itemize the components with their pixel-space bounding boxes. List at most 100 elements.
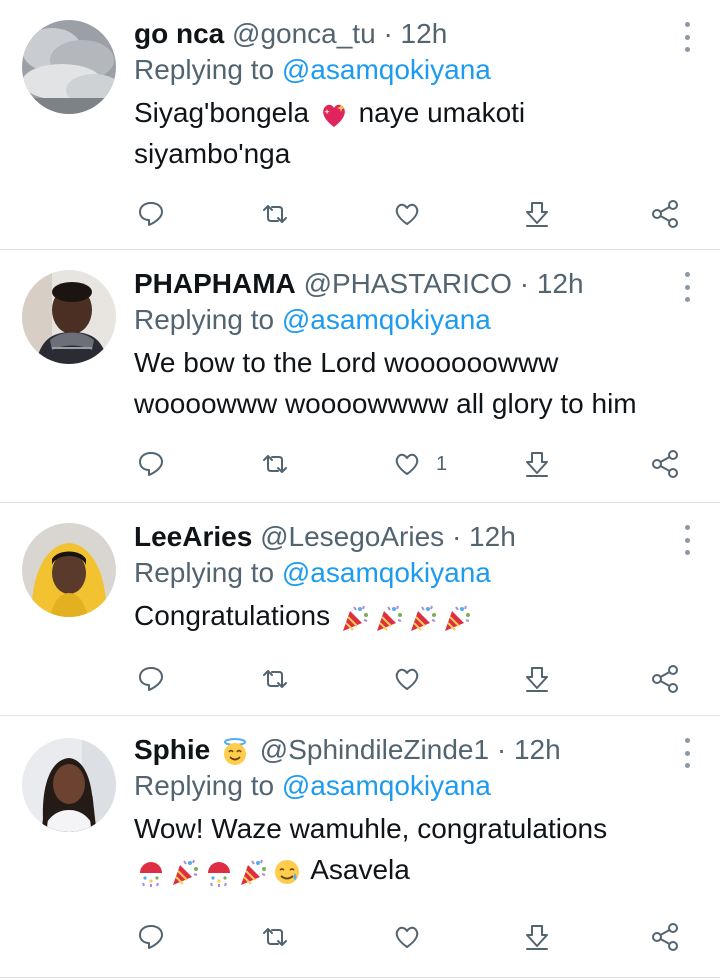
smiling-face-with-halo-emoji <box>220 737 250 767</box>
text-line: Siyag'bongela <box>134 97 310 128</box>
like-count: 1 <box>436 452 448 475</box>
party-popper-emoji <box>442 603 472 633</box>
like-button[interactable] <box>392 198 436 230</box>
text-line: Wow! Waze wamuhle, congratulations <box>134 813 608 844</box>
party-popper-emoji <box>238 857 268 887</box>
mention-link[interactable]: @asamqokiyana <box>282 770 491 801</box>
tweet-text: We bow to the Lord woooooowww woooowww w… <box>134 342 680 424</box>
tweet[interactable]: PHAPHAMA @PHASTARICO · 12h Replying to @… <box>0 250 720 503</box>
like-button[interactable]: 1 <box>392 448 447 480</box>
download-button[interactable] <box>522 921 552 953</box>
timestamp[interactable]: 12h <box>537 268 584 299</box>
replying-prefix: Replying to <box>134 54 275 85</box>
party-popper-emoji <box>170 857 200 887</box>
handle[interactable]: @SphindileZinde1 <box>260 734 489 765</box>
like-icon <box>395 926 419 948</box>
tweet-actions <box>0 921 720 957</box>
tweet[interactable]: Sphie @SphindileZinde1 · 12h Replying to… <box>0 716 720 978</box>
download-icon <box>526 667 548 692</box>
share-button[interactable] <box>650 663 680 695</box>
text-line: Asavela <box>310 854 410 885</box>
timestamp[interactable]: 12h <box>514 734 561 765</box>
tweet-actions <box>0 663 720 699</box>
text-line: woooowww woooowwww all glory to him <box>134 388 637 419</box>
retweet-button[interactable] <box>260 663 290 695</box>
separator-dot: · <box>451 521 462 552</box>
mention-link[interactable]: @asamqokiyana <box>282 557 491 588</box>
handle[interactable]: @LesegoAries <box>260 521 444 552</box>
tweet-header: Sphie @SphindileZinde1 · 12h <box>134 732 680 768</box>
display-name[interactable]: PHAPHAMA <box>134 268 296 299</box>
woman-yellow-hoodie-avatar <box>22 523 116 617</box>
reply-icon <box>139 452 163 476</box>
replying-to: Replying to @asamqokiyana <box>134 302 680 338</box>
retweet-icon <box>263 205 287 223</box>
tweet-actions <box>0 198 720 234</box>
replying-prefix: Replying to <box>134 770 275 801</box>
share-icon <box>652 923 678 951</box>
display-name[interactable]: LeeAries <box>134 521 252 552</box>
mention-link[interactable]: @asamqokiyana <box>282 304 491 335</box>
share-button[interactable] <box>650 921 680 953</box>
reply-button[interactable] <box>136 663 166 695</box>
separator-dot: · <box>383 18 393 49</box>
display-name[interactable]: go nca <box>134 18 224 49</box>
display-name[interactable]: Sphie <box>134 734 210 765</box>
more-icon[interactable] <box>682 738 692 768</box>
handle[interactable]: @PHASTARICO <box>304 268 512 299</box>
share-icon <box>652 200 678 228</box>
avatar[interactable] <box>22 523 116 617</box>
party-popper-emoji <box>340 603 370 633</box>
avatar[interactable] <box>22 738 116 832</box>
avatar[interactable] <box>22 20 116 114</box>
like-icon <box>395 203 419 225</box>
reply-button[interactable] <box>136 921 166 953</box>
retweet-button[interactable] <box>260 921 290 953</box>
retweet-button[interactable] <box>260 198 290 230</box>
download-button[interactable] <box>522 198 552 230</box>
retweet-button[interactable] <box>260 448 290 480</box>
text-line: We bow to the Lord woooooowww <box>134 347 559 378</box>
replying-to: Replying to @asamqokiyana <box>134 768 680 804</box>
like-icon <box>395 453 419 475</box>
share-button[interactable] <box>650 448 680 480</box>
timestamp[interactable]: 12h <box>469 521 516 552</box>
download-button[interactable] <box>522 663 552 695</box>
man-in-scarf-avatar <box>22 270 116 364</box>
text-line: Congratulations <box>134 600 331 631</box>
download-icon <box>526 925 548 950</box>
tweet[interactable]: LeeAries @LesegoAries · 12h Replying to … <box>0 503 720 716</box>
retweet-icon <box>263 670 287 688</box>
handle[interactable]: @gonca_tu <box>232 18 376 49</box>
reply-button[interactable] <box>136 448 166 480</box>
separator-dot: · <box>496 734 507 765</box>
tweet-header: LeeAries @LesegoAries · 12h <box>134 519 680 555</box>
avatar[interactable] <box>22 270 116 364</box>
reply-button[interactable] <box>136 198 166 230</box>
timestamp[interactable]: 12h <box>401 18 448 49</box>
separator-dot: · <box>519 268 530 299</box>
like-icon <box>395 668 419 690</box>
tweet[interactable]: go nca @gonca_tu · 12h Replying to @asam… <box>0 0 720 250</box>
replying-prefix: Replying to <box>134 304 275 335</box>
text-line: naye umakoti <box>358 97 526 128</box>
more-icon[interactable] <box>682 22 692 52</box>
more-icon[interactable] <box>682 272 692 302</box>
share-button[interactable] <box>650 198 680 230</box>
download-icon <box>526 452 548 477</box>
tweet-actions: 1 <box>0 448 720 484</box>
share-icon <box>652 665 678 693</box>
download-button[interactable] <box>522 448 552 480</box>
like-button[interactable] <box>392 921 436 953</box>
woman-portrait-avatar <box>22 738 116 832</box>
mention-link[interactable]: @asamqokiyana <box>282 54 491 85</box>
share-icon <box>652 450 678 478</box>
text-line: siyambo'nga <box>134 138 291 169</box>
party-popper-emoji <box>408 603 438 633</box>
more-icon[interactable] <box>682 525 692 555</box>
reply-icon <box>139 667 163 691</box>
like-button[interactable] <box>392 663 436 695</box>
reply-icon <box>139 202 163 226</box>
sparkling-heart-emoji <box>319 100 349 130</box>
tweet-text: Wow! Waze wamuhle, congratulations Asave… <box>134 808 680 890</box>
